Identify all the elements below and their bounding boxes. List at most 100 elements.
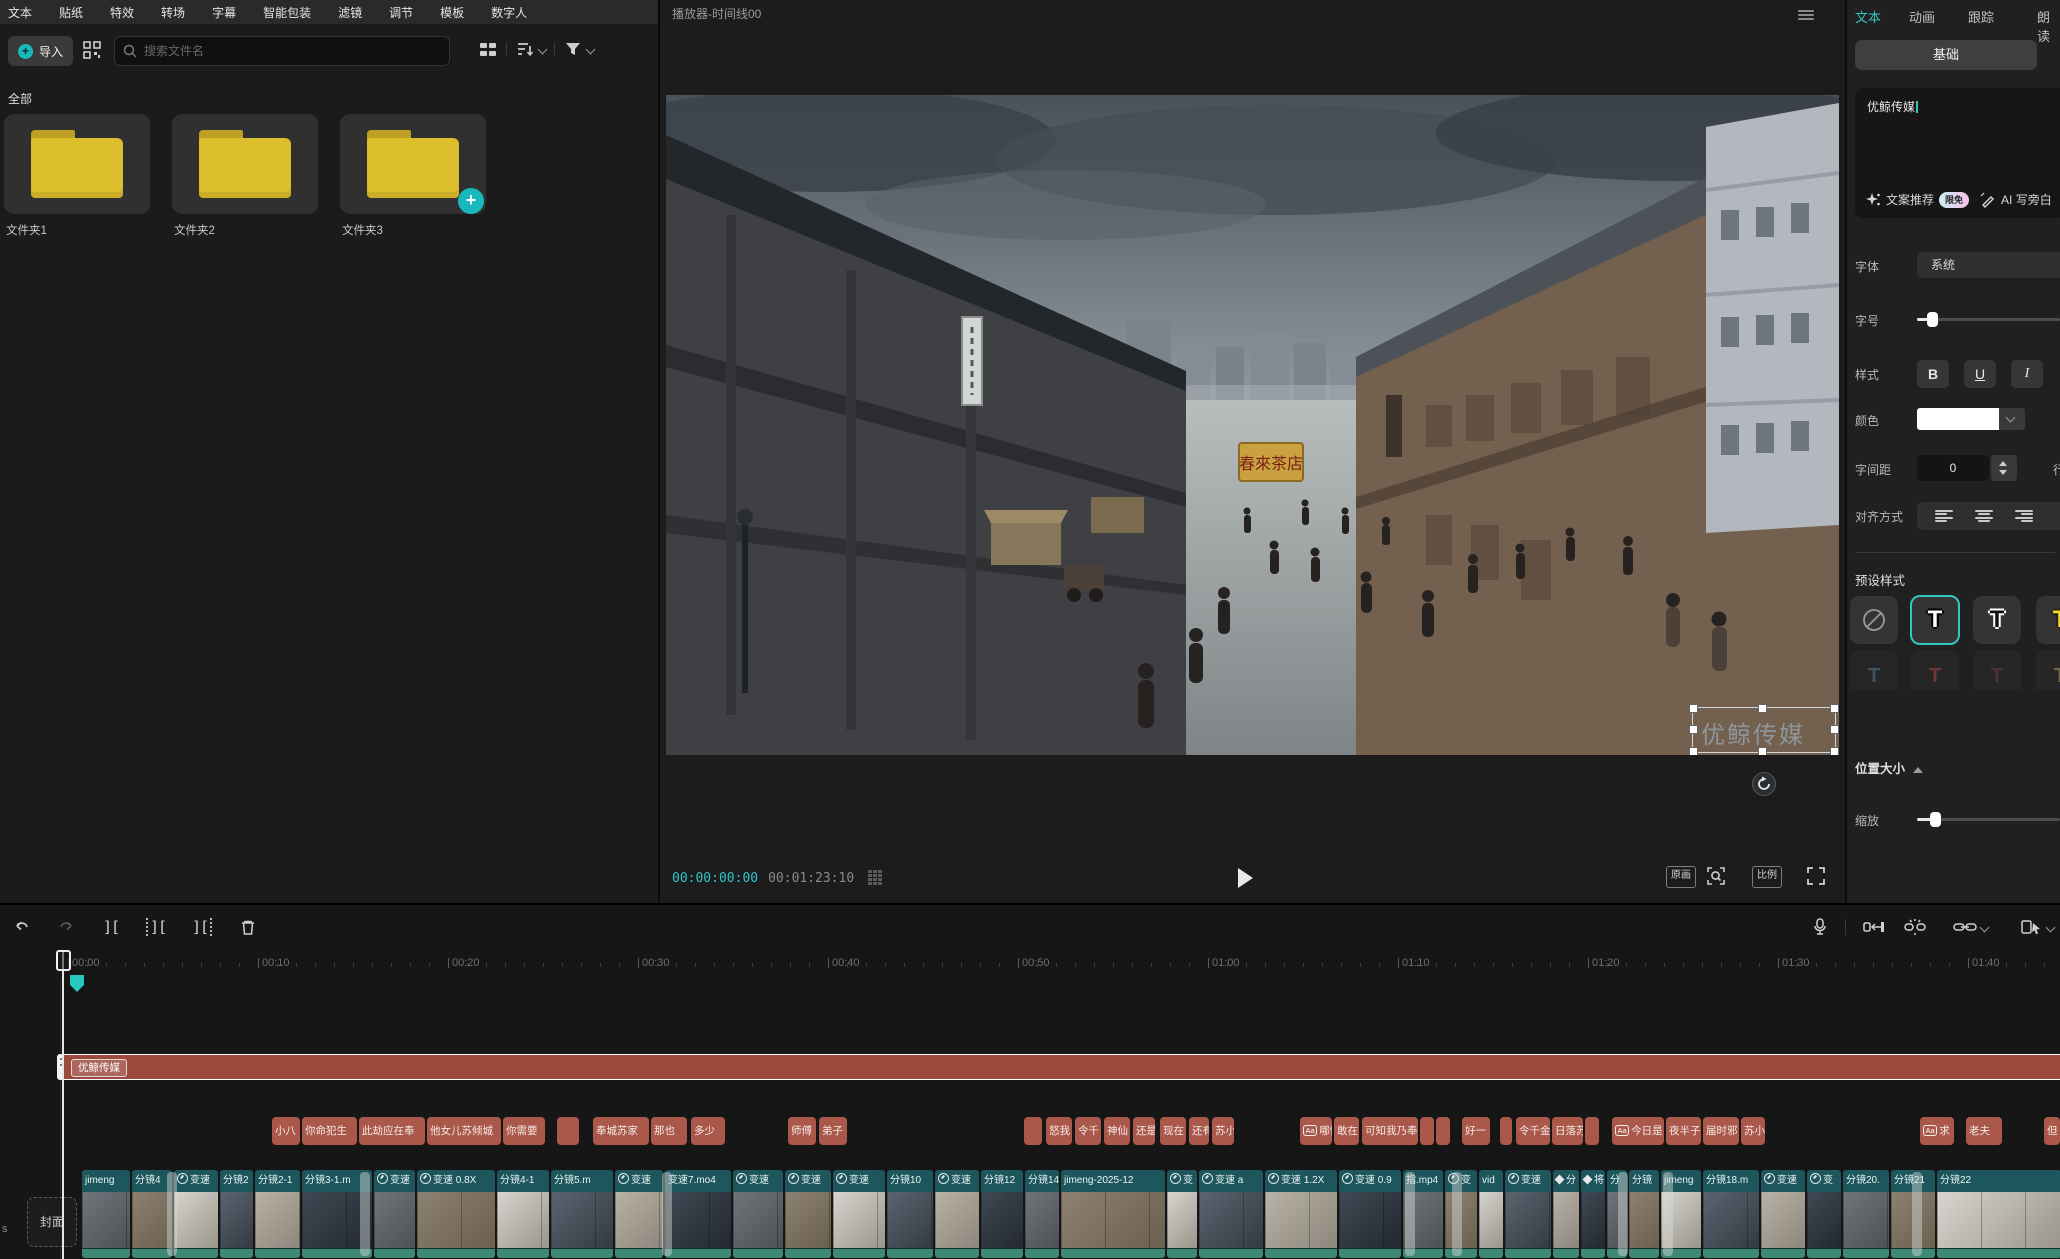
subtitle-clip[interactable]: Aa哪怕 bbox=[1300, 1117, 1332, 1145]
zoom-fit-icon[interactable] bbox=[1706, 866, 1726, 886]
category-all-label[interactable]: 全部 bbox=[8, 90, 32, 107]
resize-handle[interactable] bbox=[1689, 725, 1698, 734]
copy-suggest-button[interactable]: 文案推荐 bbox=[1886, 191, 1934, 208]
tab-animation[interactable]: 动画 bbox=[1909, 7, 1935, 26]
transition-marker[interactable] bbox=[167, 1172, 177, 1256]
split-button[interactable]: ][ bbox=[99, 915, 123, 939]
tab-readaloud[interactable]: 朗读 bbox=[2037, 7, 2060, 45]
align-right-button[interactable] bbox=[2015, 510, 2033, 523]
video-clip[interactable]: 变速 0.9 bbox=[1339, 1170, 1401, 1258]
subtitle-clip[interactable]: 令千金 bbox=[1516, 1117, 1550, 1145]
qr-scan-icon[interactable] bbox=[82, 40, 102, 60]
transition-marker[interactable] bbox=[1618, 1172, 1628, 1256]
subtitle-clip[interactable]: 老夫 bbox=[1966, 1117, 2002, 1145]
font-size-slider[interactable] bbox=[1917, 318, 2060, 321]
preset-none-button[interactable] bbox=[1850, 596, 1898, 644]
preset-style-3[interactable]: T bbox=[2036, 596, 2060, 644]
ai-narration-button[interactable]: AI 写旁白 bbox=[2001, 191, 2052, 208]
delete-button[interactable] bbox=[236, 915, 260, 939]
align-left-button[interactable] bbox=[1935, 510, 1953, 523]
playhead-line[interactable] bbox=[62, 950, 64, 1259]
search-box[interactable] bbox=[114, 36, 450, 66]
grid-view-icon[interactable] bbox=[478, 40, 498, 60]
resize-handle[interactable] bbox=[1689, 747, 1698, 755]
video-clip[interactable]: 分镜20. bbox=[1843, 1170, 1889, 1258]
video-clip[interactable]: 变速 0.8X bbox=[417, 1170, 495, 1258]
text-content-area[interactable]: 优鲸传媒 文案推荐 限免 AI 写旁白 bbox=[1855, 88, 2060, 218]
video-clip[interactable]: 变速 bbox=[935, 1170, 979, 1258]
video-clip[interactable]: 分镜4 bbox=[132, 1170, 172, 1258]
transition-marker[interactable] bbox=[662, 1172, 672, 1256]
subtitle-clip[interactable]: 神仙 bbox=[1104, 1117, 1130, 1145]
select-tool-button[interactable] bbox=[2014, 915, 2060, 939]
subtitle-clip[interactable]: 多少 bbox=[691, 1117, 725, 1145]
video-clip[interactable]: 变速 bbox=[174, 1170, 218, 1258]
original-quality-button[interactable]: 原画 bbox=[1666, 866, 1696, 888]
preset-style-row2-4[interactable]: T bbox=[2036, 650, 2060, 690]
color-dropdown-button[interactable] bbox=[1999, 408, 2025, 430]
rotate-handle[interactable] bbox=[1752, 772, 1776, 796]
menu-item-10[interactable]: 数字人 bbox=[491, 4, 527, 21]
cover-button[interactable]: 封面 bbox=[27, 1197, 77, 1247]
subtitle-clip[interactable]: 你需要 bbox=[503, 1117, 545, 1145]
tab-text[interactable]: 文本 bbox=[1855, 7, 1881, 26]
subtitle-clip[interactable]: 弟子 bbox=[819, 1117, 847, 1145]
menu-item-7[interactable]: 滤镜 bbox=[338, 4, 362, 21]
align-center-button[interactable] bbox=[1975, 510, 1993, 523]
record-voiceover-button[interactable] bbox=[1808, 915, 1832, 939]
video-clip[interactable]: 将 bbox=[1581, 1170, 1605, 1258]
video-clip[interactable]: 分镜18.m bbox=[1703, 1170, 1759, 1258]
subtitle-clip[interactable] bbox=[1585, 1117, 1599, 1145]
player-menu-icon[interactable] bbox=[1798, 8, 1814, 22]
subtitle-clip[interactable]: 那也 bbox=[651, 1117, 687, 1145]
video-clip[interactable]: jimeng-2025-12 bbox=[1061, 1170, 1165, 1258]
subtitle-clip[interactable]: 苏小 bbox=[1741, 1117, 1765, 1145]
transition-marker[interactable] bbox=[1663, 1172, 1673, 1256]
transition-marker[interactable] bbox=[1405, 1172, 1415, 1256]
folder-add-badge[interactable]: + bbox=[458, 188, 484, 214]
position-size-header[interactable]: 位置大小 bbox=[1855, 758, 1923, 777]
ratio-button[interactable]: 比例 bbox=[1752, 866, 1782, 888]
subtitle-clip[interactable]: 但 bbox=[2044, 1117, 2060, 1145]
subtitle-clip[interactable]: 令千 bbox=[1075, 1117, 1101, 1145]
letter-spacing-input[interactable]: 0 bbox=[1917, 455, 1989, 481]
menu-item-6[interactable]: 智能包装 bbox=[263, 4, 311, 21]
video-clip[interactable]: 分镜14 bbox=[1025, 1170, 1059, 1258]
subtitle-clip[interactable]: 可知我乃奉 bbox=[1362, 1117, 1418, 1145]
subtitle-clip[interactable]: Aa今日是 bbox=[1612, 1117, 1664, 1145]
play-button[interactable] bbox=[1238, 868, 1253, 888]
subtitle-clip[interactable] bbox=[557, 1117, 579, 1145]
subtitle-clip[interactable]: 现在 bbox=[1160, 1117, 1186, 1145]
video-clip[interactable]: 变速 bbox=[833, 1170, 885, 1258]
video-clip[interactable]: 分镜22 bbox=[1937, 1170, 2060, 1258]
transition-marker[interactable] bbox=[360, 1172, 370, 1256]
video-clip[interactable]: 分镜10 bbox=[887, 1170, 933, 1258]
video-clip[interactable]: 变速 bbox=[374, 1170, 415, 1258]
subtitle-clip[interactable]: Aa求 bbox=[1920, 1117, 1954, 1145]
video-clip[interactable]: 变速 1.2X bbox=[1265, 1170, 1337, 1258]
subtitle-clip[interactable] bbox=[1500, 1117, 1512, 1145]
menu-item-1[interactable]: 文本 bbox=[8, 4, 32, 21]
video-clip[interactable]: 分镜12 bbox=[981, 1170, 1023, 1258]
playhead-handle[interactable] bbox=[56, 950, 71, 971]
video-clip[interactable]: vid bbox=[1479, 1170, 1503, 1258]
subtitle-clip[interactable]: 还有 bbox=[1189, 1117, 1209, 1145]
tab-tracking[interactable]: 跟踪 bbox=[1968, 7, 1994, 26]
subtitle-clip[interactable]: 小八 bbox=[272, 1117, 300, 1145]
video-clip[interactable]: 变速7.mo4 bbox=[665, 1170, 731, 1258]
subtitle-clip[interactable]: 你命犯生 bbox=[302, 1117, 357, 1145]
menu-item-8[interactable]: 调节 bbox=[389, 4, 413, 21]
subtitle-clip[interactable] bbox=[1436, 1117, 1450, 1145]
menu-item-4[interactable]: 转场 bbox=[161, 4, 185, 21]
resize-handle[interactable] bbox=[1758, 704, 1767, 713]
folder-card[interactable] bbox=[172, 114, 318, 214]
subtitle-clip[interactable]: 奉城苏家 bbox=[593, 1117, 649, 1145]
transition-marker[interactable] bbox=[1912, 1172, 1922, 1256]
timeline-ruler[interactable]: 00:0000:1000:2000:3000:4000:5001:0001:10… bbox=[0, 950, 2060, 978]
subtitle-clip[interactable]: 他女儿苏倾城 bbox=[427, 1117, 501, 1145]
subtitle-clip[interactable]: 好一 bbox=[1462, 1117, 1490, 1145]
undo-button[interactable] bbox=[10, 915, 34, 939]
underline-button[interactable]: U bbox=[1964, 360, 1996, 388]
subtitle-clip[interactable] bbox=[1024, 1117, 1042, 1145]
video-clip[interactable]: 分镜2 bbox=[220, 1170, 253, 1258]
